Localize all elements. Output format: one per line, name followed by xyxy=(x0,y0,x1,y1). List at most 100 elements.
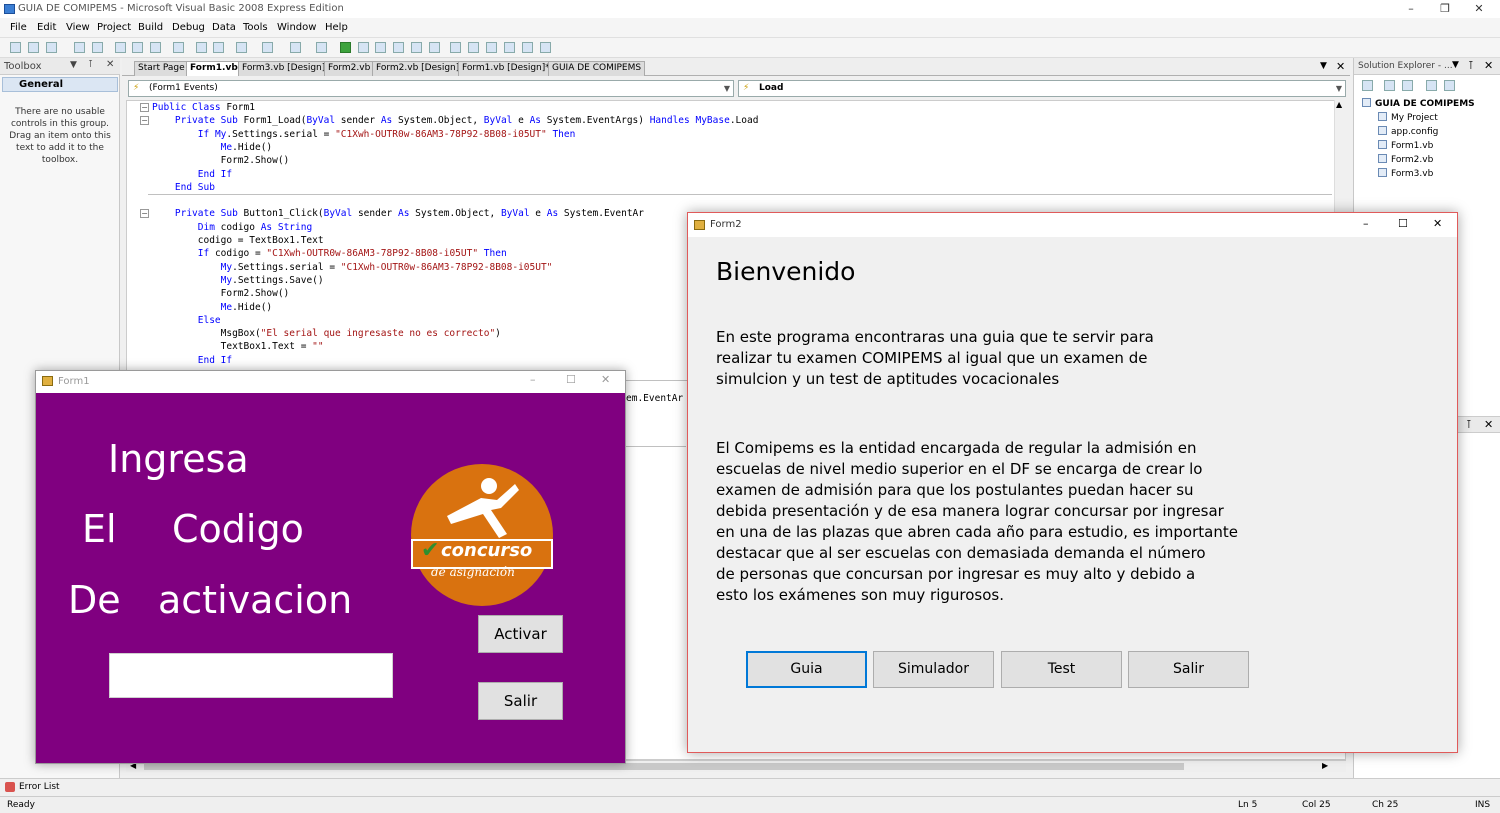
code-token: Form1_Load( xyxy=(237,115,307,127)
dropdown-icon[interactable]: ▼ xyxy=(1452,60,1459,70)
tab-form3-design[interactable]: Form3.vb [Design] xyxy=(238,61,330,76)
comment-icon[interactable] xyxy=(196,42,207,53)
comipems-line: debida presentación y de esa manera logr… xyxy=(716,502,1224,520)
solution-root[interactable]: GUIA DE COMIPEMS xyxy=(1362,98,1475,109)
close-button[interactable]: ✕ xyxy=(1433,217,1442,230)
intro-paragraph: En este programa encontraras una guia qu… xyxy=(716,327,1276,390)
pin-icon[interactable]: ⊺ xyxy=(1468,59,1474,72)
copy-icon[interactable] xyxy=(132,42,143,53)
step-out-icon[interactable] xyxy=(429,42,440,53)
menu-tools[interactable]: Tools xyxy=(243,22,268,33)
stop-icon[interactable] xyxy=(375,42,386,53)
runner-icon xyxy=(447,478,519,538)
open-file-icon[interactable] xyxy=(28,42,39,53)
toolbox-dropdown-icon[interactable]: ▼ xyxy=(70,60,77,70)
menu-project[interactable]: Project xyxy=(97,22,131,33)
solution-item-form2[interactable]: Form2.vb xyxy=(1378,154,1433,165)
menu-window[interactable]: Window xyxy=(277,22,316,33)
scroll-thumb[interactable] xyxy=(144,763,1184,770)
close-button[interactable]: ✕ xyxy=(601,373,610,386)
step-over-icon[interactable] xyxy=(411,42,422,53)
menu-debug[interactable]: Debug xyxy=(172,22,205,33)
restore-button[interactable]: ❐ xyxy=(1428,0,1462,18)
editor-vertical-scrollbar[interactable]: ▲ xyxy=(1334,100,1346,212)
pin-icon[interactable]: ⊺ xyxy=(1466,418,1472,431)
solution-item-form1[interactable]: Form1.vb xyxy=(1378,140,1433,151)
fold-toggle[interactable]: − xyxy=(140,116,149,125)
uncomment-icon[interactable] xyxy=(213,42,224,53)
solution-explorer-icon[interactable] xyxy=(450,42,461,53)
maximize-button[interactable]: ☐ xyxy=(566,373,576,386)
menu-file[interactable]: File xyxy=(10,22,27,33)
minimize-button[interactable]: – xyxy=(1363,217,1369,230)
close-icon[interactable]: ✕ xyxy=(1484,59,1493,72)
properties-icon[interactable] xyxy=(468,42,479,53)
toolbox-close-icon[interactable]: ✕ xyxy=(106,59,114,70)
new-project-icon[interactable] xyxy=(10,42,21,53)
error-list-icon[interactable] xyxy=(540,42,551,53)
simulador-button[interactable]: Simulador xyxy=(873,651,994,688)
pin-icon[interactable]: ⊺ xyxy=(88,59,93,70)
tab-form2-code[interactable]: Form2.vb xyxy=(324,61,375,76)
minimize-button[interactable]: – xyxy=(1394,0,1428,18)
maximize-button[interactable]: ☐ xyxy=(1398,217,1408,230)
fold-toggle[interactable]: − xyxy=(140,209,149,218)
menu-build[interactable]: Build xyxy=(138,22,163,33)
menu-view[interactable]: View xyxy=(66,22,90,33)
solution-item-app-config[interactable]: app.config xyxy=(1378,126,1438,137)
tab-guia-comipems[interactable]: GUIA DE COMIPEMS xyxy=(548,61,646,76)
save-icon[interactable] xyxy=(74,42,85,53)
view-designer-icon[interactable] xyxy=(1444,80,1455,91)
menu-data[interactable]: Data xyxy=(212,22,236,33)
solution-item-my-project[interactable]: My Project xyxy=(1378,112,1438,123)
tab-form2-design[interactable]: Form2.vb [Design] xyxy=(372,61,464,76)
view-code-icon[interactable] xyxy=(1426,80,1437,91)
nav-forward-icon[interactable] xyxy=(316,42,327,53)
save-all-icon[interactable] xyxy=(92,42,103,53)
find-icon[interactable] xyxy=(173,42,184,53)
add-item-icon[interactable] xyxy=(46,42,57,53)
salir-button[interactable]: Salir xyxy=(1128,651,1249,688)
code-token: TextBox1.Text = xyxy=(152,341,313,353)
comipems-line: en una de las plazas que abren cada año … xyxy=(716,523,1238,541)
close-button[interactable]: ✕ xyxy=(1462,0,1496,18)
show-all-files-icon[interactable] xyxy=(1384,80,1395,91)
code-token: ByVal xyxy=(500,208,530,220)
toolbox-icon[interactable] xyxy=(504,42,515,53)
object-browser-icon[interactable] xyxy=(486,42,497,53)
event-combo[interactable]: ⚡ Load ▼ xyxy=(738,80,1346,97)
cut-icon[interactable] xyxy=(115,42,126,53)
toolbox-group-general[interactable]: General xyxy=(2,77,118,92)
menu-help[interactable]: Help xyxy=(325,22,348,33)
activar-button[interactable]: Activar xyxy=(478,615,563,653)
solution-item-form3[interactable]: Form3.vb xyxy=(1378,168,1433,179)
start-debug-icon[interactable] xyxy=(340,42,351,53)
properties-icon[interactable] xyxy=(1362,80,1373,91)
error-list-tab[interactable]: Error List xyxy=(0,778,1500,795)
refresh-icon[interactable] xyxy=(1402,80,1413,91)
test-button[interactable]: Test xyxy=(1001,651,1122,688)
step-into-icon[interactable] xyxy=(393,42,404,53)
salir-button[interactable]: Salir xyxy=(478,682,563,720)
close-icon[interactable]: ✕ xyxy=(1484,418,1493,431)
minimize-button[interactable]: – xyxy=(530,373,536,386)
close-tab-icon[interactable]: ✕ xyxy=(1336,60,1345,73)
menu-edit[interactable]: Edit xyxy=(37,22,56,33)
fold-toggle[interactable]: − xyxy=(140,103,149,112)
undo-icon[interactable] xyxy=(236,42,247,53)
form1-window: Form1 – ☐ ✕ Ingresa El Codigo De activac… xyxy=(35,370,626,764)
scroll-up-icon[interactable]: ▲ xyxy=(1336,100,1342,109)
navigate-icon[interactable] xyxy=(290,42,301,53)
activation-code-input[interactable] xyxy=(109,653,393,698)
object-combo[interactable]: ⚡ (Form1 Events) ▼ xyxy=(128,80,734,97)
tab-start-page[interactable]: Start Page xyxy=(134,61,189,76)
guia-button[interactable]: Guia xyxy=(746,651,867,688)
paste-icon[interactable] xyxy=(150,42,161,53)
tab-form1-design[interactable]: Form1.vb [Design]* xyxy=(458,61,554,76)
code-token: Private Sub xyxy=(174,208,238,220)
start-page-icon[interactable] xyxy=(522,42,533,53)
redo-icon[interactable] xyxy=(262,42,273,53)
tabs-dropdown-icon[interactable]: ▼ xyxy=(1320,61,1327,71)
scroll-right-icon[interactable]: ▶ xyxy=(1322,761,1328,770)
pause-icon[interactable] xyxy=(358,42,369,53)
